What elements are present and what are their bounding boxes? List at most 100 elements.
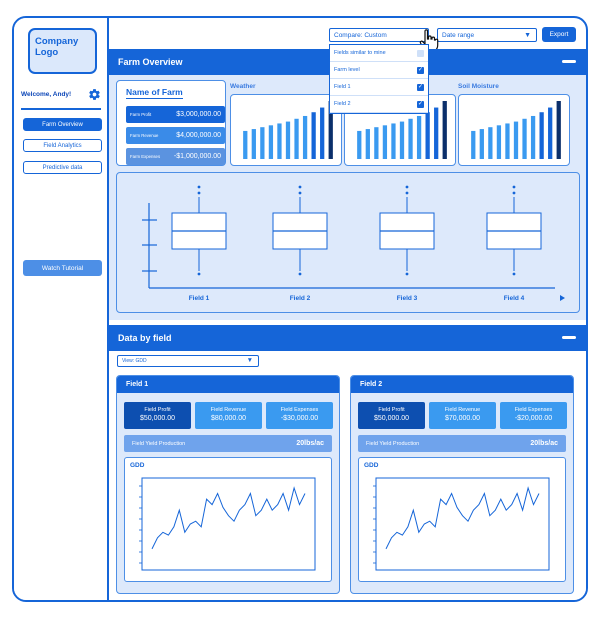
outlier-point: [512, 185, 516, 189]
metric-label: Field Expenses: [514, 407, 553, 413]
metric-value: $4,000,000.00: [176, 132, 221, 139]
dropdown-item-label: Field 1: [334, 84, 351, 90]
play-icon[interactable]: [560, 295, 565, 301]
field-card-title: Field 2: [351, 376, 573, 393]
field-expenses-metric: Field Expenses -$20,000.00: [500, 402, 567, 429]
field-card-1: Field 1 Field Profit $50,000.00 Field Re…: [116, 375, 340, 594]
date-range-select[interactable]: Date range ▼: [437, 28, 537, 42]
bar: [268, 125, 274, 159]
chart-title: Soil Moisture: [458, 83, 499, 90]
gdd-line-chart: [139, 477, 316, 571]
bar: [442, 101, 447, 159]
bar: [382, 125, 388, 159]
data-by-field-panel: View: GDD ▼ Field 1 Field Profit $50,000…: [109, 351, 586, 600]
bar: [391, 123, 396, 159]
chart-title: GDD: [364, 462, 379, 469]
field-yield-row: Field Yield Production 20lbs/ac: [124, 435, 332, 452]
bar: [243, 130, 248, 159]
chevron-down-icon: ▼: [246, 357, 253, 364]
outlier-point: [197, 185, 201, 189]
gear-icon[interactable]: [88, 88, 101, 101]
bar: [260, 127, 265, 159]
metric-value: $70,000.00: [444, 415, 481, 422]
metric-value: -$30,000.00: [280, 415, 319, 422]
collapse-icon[interactable]: [562, 336, 576, 339]
soil-moisture-chart: [458, 94, 570, 166]
chart-title: GDD: [130, 462, 145, 469]
dropdown-item-label: Fields similar to mine: [334, 50, 386, 56]
metric-label: Field Profit: [144, 407, 171, 413]
soil-moisture-chart-card: Soil Moisture: [458, 80, 570, 166]
sidebar-divider: [21, 108, 101, 110]
checkbox[interactable]: ✓: [417, 100, 424, 108]
farm-revenue-metric: Farm Revenue $4,000,000.00: [126, 127, 225, 144]
weather-chart-card: Weather: [230, 80, 342, 166]
outlier-point: [512, 191, 516, 195]
bar: [294, 118, 299, 159]
date-range-label: Date range: [442, 32, 475, 39]
metric-label: Farm Revenue: [130, 133, 159, 138]
chart-title: Weather: [230, 83, 256, 90]
bar: [320, 107, 325, 159]
plot-frame: [375, 477, 550, 571]
dropdown-item[interactable]: Field 2 ✓: [330, 96, 428, 113]
field-card-2: Field 2 Field Profit $50,000.00 Field Re…: [350, 375, 574, 594]
field-revenue-metric: Field Revenue $70,000.00: [429, 402, 496, 429]
bar: [530, 115, 536, 159]
bar: [365, 129, 370, 159]
collapse-icon[interactable]: [562, 60, 576, 63]
metric-label: Field Revenue: [444, 407, 481, 413]
field-card-title: Field 1: [117, 376, 339, 393]
weather-chart: [230, 94, 342, 166]
bar: [285, 121, 291, 159]
bar: [522, 118, 527, 159]
metric-label: Field Expenses: [280, 407, 319, 413]
sidebar: Company Logo Welcome, Andy! Farm Overvie…: [14, 18, 109, 600]
compare-select[interactable]: Compare: Custom: [329, 28, 429, 42]
metric-value: -$20,000.00: [514, 415, 553, 422]
checkbox[interactable]: [417, 49, 424, 57]
bar: [479, 129, 484, 159]
checkbox[interactable]: ✓: [417, 83, 424, 91]
gdd-chart-card: GDD: [358, 457, 566, 582]
yield-label: Field Yield Production: [132, 440, 186, 447]
dropdown-item[interactable]: Farm level ✓: [330, 62, 428, 79]
dropdown-item-label: Field 2: [334, 101, 351, 107]
dropdown-item[interactable]: Fields similar to mine: [330, 45, 428, 62]
box-label: Field 2: [290, 295, 311, 302]
nav-predictive-data[interactable]: Predictive data: [23, 161, 102, 174]
bar: [488, 127, 493, 159]
outlier-point: [197, 272, 201, 276]
bar: [513, 121, 519, 159]
view-select[interactable]: View: GDD ▼: [117, 355, 259, 367]
outlier-point: [405, 185, 409, 189]
export-button[interactable]: Export: [542, 27, 576, 42]
farm-summary-card: Name of Farm Farm Profit $3,000,000.00 F…: [116, 80, 226, 166]
nav-field-analytics[interactable]: Field Analytics: [23, 139, 102, 152]
field-expenses-metric: Field Expenses -$30,000.00: [266, 402, 333, 429]
bar: [251, 129, 256, 159]
dropdown-item[interactable]: Field 1 ✓: [330, 79, 428, 96]
nav-farm-overview[interactable]: Farm Overview: [23, 118, 102, 131]
bar: [434, 107, 439, 159]
bar: [374, 127, 379, 159]
gdd-line-chart: [373, 477, 550, 571]
gdd-chart-card: GDD: [124, 457, 332, 582]
yield-value: 20lbs/ac: [296, 440, 324, 447]
bar: [425, 112, 430, 159]
checkbox[interactable]: ✓: [417, 66, 424, 74]
bar: [357, 130, 362, 159]
watch-tutorial-button[interactable]: Watch Tutorial: [23, 260, 102, 276]
bar-chart: [243, 101, 333, 159]
section-title: Farm Overview: [118, 57, 183, 67]
field-profit-metric: Field Profit $50,000.00: [358, 402, 425, 429]
outlier-point: [298, 272, 302, 276]
plot-frame: [141, 477, 316, 571]
bar: [399, 121, 405, 159]
compare-dropdown-menu: Fields similar to mine Farm level ✓ Fiel…: [329, 44, 429, 114]
farm-name: Name of Farm: [126, 87, 183, 99]
data-by-field-header: Data by field: [109, 325, 586, 351]
bar: [496, 125, 502, 159]
welcome-text: Welcome, Andy!: [21, 91, 72, 98]
bar: [277, 123, 282, 159]
